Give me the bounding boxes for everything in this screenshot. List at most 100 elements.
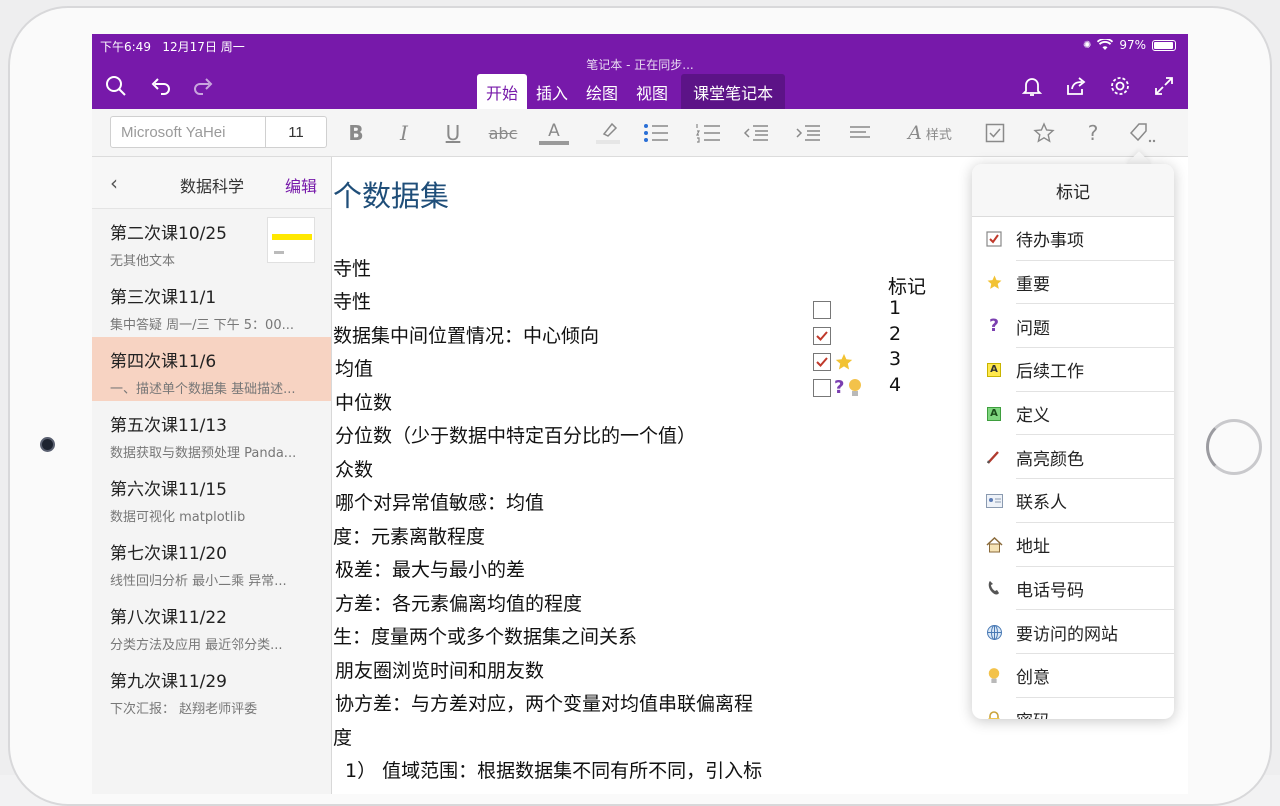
bell-icon[interactable]: [1020, 74, 1044, 98]
front-camera: [40, 437, 55, 452]
page-item-preview: 集中答疑 周一/三 下午 5：00...: [110, 318, 294, 333]
share-icon[interactable]: [1064, 74, 1088, 98]
tag-dropdown-icon[interactable]: [1126, 119, 1158, 147]
tag-option-label: 密码: [1016, 707, 1050, 719]
note-line: 均值: [335, 358, 374, 380]
status-indicators: ✺ 97%: [1083, 38, 1176, 52]
tag-option-address[interactable]: 地址: [972, 523, 1174, 567]
note-line: 寺性: [333, 291, 372, 313]
undo-icon[interactable]: [148, 74, 172, 98]
edit-button[interactable]: 编辑: [285, 173, 317, 197]
page-item[interactable]: 第六次课11/15 数据可视化 matplotlib: [92, 465, 331, 529]
styles-label: 样式: [925, 127, 952, 143]
tag-option-todo[interactable]: 待办事项: [972, 217, 1174, 261]
status-time-date: 下午6:49 12月17日 周一: [100, 38, 245, 55]
font-color-icon[interactable]: A: [538, 119, 570, 147]
sidebar-header: ‹ 数据科学 编辑: [92, 157, 331, 209]
tag-option-definition[interactable]: A 定义: [972, 392, 1174, 436]
tag-option-idea[interactable]: 创意: [972, 654, 1174, 698]
top-bar: 下午6:49 12月17日 周一 ✺ 97% 笔记本 - 正在同步... 开始 …: [92, 34, 1188, 109]
numbered-list-icon[interactable]: [694, 119, 722, 147]
redo-icon[interactable]: [192, 74, 216, 98]
increase-indent-icon[interactable]: [794, 119, 822, 147]
underline-icon[interactable]: U: [441, 119, 465, 147]
decrease-indent-icon[interactable]: [742, 119, 770, 147]
note-line: 1） 值域范围：根据数据集不同有所不同，引入标: [345, 760, 763, 782]
note-line: 度: [333, 727, 353, 749]
page-item[interactable]: 第七次课11/20 线性回归分析 最小二乘 异常...: [92, 529, 331, 593]
tag-option-password[interactable]: 密码: [972, 698, 1174, 719]
font-name-field[interactable]: Microsoft YaHei: [111, 117, 266, 147]
question-icon: ?: [989, 316, 999, 337]
phone-icon: [972, 580, 1016, 596]
tags-popover: 标记 待办事项 重要 ? 问题 A 后续工作 A 定义 高亮颜色 联系人 地址 …: [972, 164, 1174, 719]
note-line: 度：元素离散程度: [333, 526, 486, 548]
question-icon[interactable]: ?: [1081, 119, 1105, 147]
house-icon: [972, 536, 1016, 553]
page-item-title: 第九次课11/29: [110, 672, 227, 692]
star-icon[interactable]: [1032, 119, 1056, 147]
tab-insert[interactable]: 插入: [527, 74, 577, 109]
expand-icon[interactable]: [1152, 74, 1176, 98]
search-icon[interactable]: [104, 74, 128, 98]
note-line: 中位数: [335, 392, 393, 414]
status-time: 下午6:49: [100, 40, 151, 54]
question-icon: ?: [834, 377, 845, 398]
bullet-list-icon[interactable]: [642, 119, 670, 147]
todo-checkbox-checked[interactable]: [813, 353, 831, 371]
page-item-preview: 一、描述单个数据集 基础描述...: [110, 382, 296, 397]
tag-option-follow-up[interactable]: A 后续工作: [972, 348, 1174, 392]
note-line: 极差：最大与最小的差: [335, 559, 526, 581]
font-size-field[interactable]: 11: [266, 117, 326, 147]
todo-checkbox[interactable]: [813, 378, 831, 397]
lightbulb-icon: [849, 378, 862, 396]
align-icon[interactable]: [848, 119, 872, 147]
page-item[interactable]: 第二次课10/25 无其他文本: [92, 209, 331, 273]
page-item[interactable]: 第八次课11/22 分类方法及应用 最近邻分类...: [92, 593, 331, 657]
page-item-preview: 数据获取与数据预处理 Panda...: [110, 446, 297, 461]
tag-row: [813, 352, 854, 372]
bold-icon[interactable]: B: [344, 119, 368, 147]
tab-class-notebook[interactable]: 课堂笔记本: [681, 74, 786, 109]
star-icon: [835, 353, 853, 370]
checkbox-icon: [972, 231, 1016, 247]
gear-icon[interactable]: [1108, 74, 1132, 98]
tag-option-label: 电话号码: [1016, 580, 1084, 601]
tag-option-phone[interactable]: 电话号码: [972, 567, 1174, 611]
tab-view[interactable]: 视图: [627, 74, 677, 109]
page-item[interactable]: 第五次课11/13 数据获取与数据预处理 Panda...: [92, 401, 331, 465]
tag-option-label: 要访问的网站: [1016, 624, 1118, 645]
tag-row: [813, 301, 831, 319]
page-thumbnail: [267, 217, 315, 263]
page-item-title: 第六次课11/15: [110, 480, 227, 500]
page-item[interactable]: 第三次课11/1 集中答疑 周一/三 下午 5：00...: [92, 273, 331, 337]
page-list-sidebar: ‹ 数据科学 编辑 第二次课10/25 无其他文本 第三次课11/1 集中答疑 …: [92, 157, 332, 794]
italic-icon[interactable]: I: [392, 119, 416, 147]
note-line: 寺性: [333, 258, 372, 280]
tag-option-question[interactable]: ? 问题: [972, 304, 1174, 348]
tab-draw[interactable]: 绘图: [577, 74, 627, 109]
star-icon: [972, 274, 1016, 291]
page-item-selected[interactable]: 第四次课11/6 一、描述单个数据集 基础描述...: [92, 337, 331, 401]
pen-icon: [972, 449, 1016, 465]
page-item-title: 第五次课11/13: [110, 416, 227, 436]
todo-checkbox[interactable]: [813, 301, 831, 319]
tag-number: 1: [889, 297, 902, 319]
tag-option-important[interactable]: 重要: [972, 261, 1174, 305]
page-item[interactable]: 第九次课11/29 下次汇报： 赵翔老师评委: [92, 657, 331, 721]
styles-icon: A: [908, 122, 922, 144]
todo-checkbox-checked[interactable]: [813, 327, 831, 345]
styles-button[interactable]: A 样式: [895, 119, 965, 147]
todo-checkbox-icon[interactable]: [983, 119, 1007, 147]
tag-option-website[interactable]: 要访问的网站: [972, 610, 1174, 654]
tab-home[interactable]: 开始: [477, 74, 528, 109]
note-line: 哪个对异常值敏感：均值: [335, 492, 545, 514]
battery-percent: 97%: [1119, 38, 1146, 52]
home-button[interactable]: [1206, 419, 1262, 475]
tag-option-highlight[interactable]: 高亮颜色: [972, 435, 1174, 479]
tag-number: 4: [889, 374, 902, 396]
tag-number: 3: [889, 348, 902, 370]
highlighter-icon[interactable]: [592, 119, 624, 147]
strikethrough-icon[interactable]: abc: [488, 119, 518, 147]
tag-option-contact[interactable]: 联系人: [972, 479, 1174, 523]
